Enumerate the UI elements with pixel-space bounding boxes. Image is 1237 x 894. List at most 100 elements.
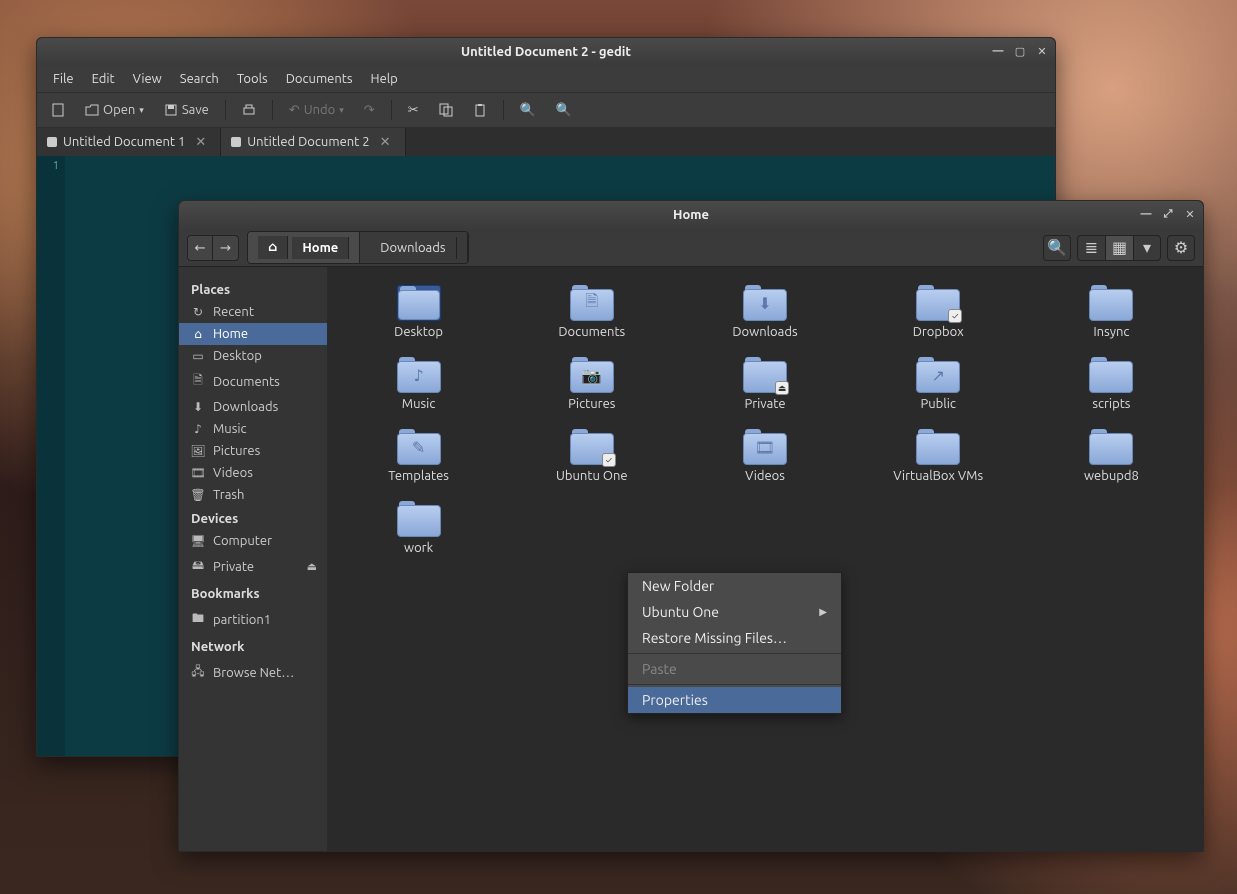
sidebar-item-home[interactable]: ⌂ Home [179,323,327,345]
folder-icon: ✓ [916,285,960,321]
folder-documents[interactable]: 🗎Documents [510,281,673,343]
folder-public[interactable]: ↗Public [857,353,1020,415]
close-icon[interactable]: ✕ [1033,42,1051,60]
file-grid-area[interactable]: Desktop 🗎Documents⬇Downloads✓DropboxInsyn… [327,267,1203,851]
folder-icon [397,501,441,537]
place-icon: ▭ [191,349,205,363]
sidebar-item-desktop[interactable]: ▭Desktop [179,345,327,367]
doc-icon [47,137,57,147]
find-button[interactable]: 🔍 [514,100,542,121]
paste-button[interactable] [467,100,493,120]
sidebar-item-documents[interactable]: 🗎Documents [179,367,327,396]
tab-doc-1[interactable]: Untitled Document 1 ✕ [37,128,221,156]
maximize-icon[interactable]: ⤢ [1159,205,1177,223]
files-titlebar[interactable]: Home — ⤢ ✕ [179,201,1203,229]
eject-icon[interactable]: ⏏ [307,560,317,573]
folder-label: VirtualBox VMs [893,469,983,483]
folder-downloads[interactable]: ⬇Downloads [683,281,846,343]
menu-view[interactable]: View [125,68,170,90]
folder-videos[interactable]: 🎞Videos [683,425,846,487]
redo-button[interactable]: ↷ [358,100,381,121]
save-button[interactable]: Save [158,100,215,120]
folder-virtualbox-vms[interactable]: VirtualBox VMs [857,425,1020,487]
folder-overlay-icon: ⬇ [743,285,787,321]
folder-overlay-icon: 🗎 [570,285,614,321]
sidebar-item-videos[interactable]: 🎞Videos [179,462,327,484]
gedit-titlebar[interactable]: Untitled Document 2 - gedit — ▢ ✕ [37,38,1055,66]
path-home[interactable]: ⌂ Home [248,232,360,263]
folder-private[interactable]: ⏏Private [683,353,846,415]
copy-button[interactable] [433,100,459,120]
close-icon[interactable]: ✕ [1181,205,1199,223]
tab-doc-2[interactable]: Untitled Document 2 ✕ [221,128,405,156]
folder-pictures[interactable]: 📷Pictures [510,353,673,415]
folder-music[interactable]: ♪Music [337,353,500,415]
view-dropdown-button[interactable]: ▾ [1133,235,1161,261]
search-replace-icon: 🔍 [556,103,572,118]
place-icon: ↻ [191,305,205,319]
search-button[interactable]: 🔍 [1043,235,1071,261]
new-doc-button[interactable] [45,100,71,120]
sidebar-item-music[interactable]: ♪Music [179,418,327,440]
network-icon: 🖧 [191,662,205,683]
view-list-button[interactable]: ≣ [1077,235,1105,261]
minimize-icon[interactable]: — [1137,205,1155,223]
menu-file[interactable]: File [45,68,82,90]
ctx-restore-missing[interactable]: Restore Missing Files… [628,625,841,651]
folder-desktop[interactable]: Desktop [337,281,500,343]
folder-icon [916,429,960,465]
sidebar-item-label: Home [213,327,248,341]
folder-icon: ⬇ [743,285,787,321]
bookmark-icon: 🖿 [191,609,205,630]
sidebar-item-pictures[interactable]: 🖼Pictures [179,440,327,462]
folder-icon: ⏏ [743,357,787,393]
folder-work[interactable]: work [337,497,500,559]
folder-webupd8[interactable]: webupd8 [1030,425,1193,487]
sidebar-item-recent[interactable]: ↻Recent [179,301,327,323]
nav-back-button[interactable]: ← [187,235,213,261]
folder-dropbox[interactable]: ✓Dropbox [857,281,1020,343]
device-icon: 🖥 [191,534,205,548]
pathbar: ⌂ Home Downloads [247,231,469,264]
folder-label: Desktop [394,325,443,339]
view-grid-button[interactable]: ▦ [1105,235,1133,261]
maximize-icon[interactable]: ▢ [1011,42,1029,60]
sidebar-item-private[interactable]: 🖴Private⏏ [179,552,327,581]
files-window: Home — ⤢ ✕ ← → ⌂ Home Downloads 🔍 ≣ ▦ [178,200,1204,852]
sidebar-item-downloads[interactable]: ⬇Downloads [179,396,327,418]
tab-close-icon[interactable]: ✕ [376,135,395,150]
menu-edit[interactable]: Edit [84,68,123,90]
folder-ubuntu-one[interactable]: ✓Ubuntu One [510,425,673,487]
home-icon: ⌂ [258,236,288,259]
undo-button[interactable]: ↶ Undo ▾ [283,100,350,121]
print-button[interactable] [236,100,262,120]
sidebar-item-computer[interactable]: 🖥Computer [179,530,327,552]
gear-icon: ⚙ [1174,238,1188,257]
cut-button[interactable]: ✂ [402,100,425,121]
menu-documents[interactable]: Documents [278,68,361,90]
ctx-properties[interactable]: Properties [628,687,841,713]
tab-close-icon[interactable]: ✕ [191,135,210,150]
folder-templates[interactable]: ✎Templates [337,425,500,487]
sidebar-item-trash[interactable]: 🗑Trash [179,484,327,506]
sidebar-item-browse-net-[interactable]: 🖧Browse Net… [179,658,327,687]
sidebar-item-partition1[interactable]: 🖿partition1 [179,605,327,634]
folder-label: Pictures [568,397,615,411]
find-replace-button[interactable]: 🔍 [550,100,578,121]
menu-search[interactable]: Search [172,68,227,90]
folder-insync[interactable]: Insync [1030,281,1193,343]
minimize-icon[interactable]: — [989,42,1007,60]
menu-help[interactable]: Help [363,68,406,90]
settings-button[interactable]: ⚙ [1167,235,1195,261]
nav-forward-button[interactable]: → [213,235,239,261]
ctx-new-folder[interactable]: New Folder [628,573,841,599]
folder-scripts[interactable]: scripts [1030,353,1193,415]
place-icon: ⌂ [191,327,205,341]
folder-icon [1089,357,1133,393]
path-downloads[interactable]: Downloads [360,232,467,263]
separator [628,653,841,654]
open-button[interactable]: Open ▾ [79,100,150,120]
folder-badge-icon: ✓ [602,453,616,467]
menu-tools[interactable]: Tools [229,68,276,90]
ctx-ubuntu-one[interactable]: Ubuntu One ▶ [628,599,841,625]
